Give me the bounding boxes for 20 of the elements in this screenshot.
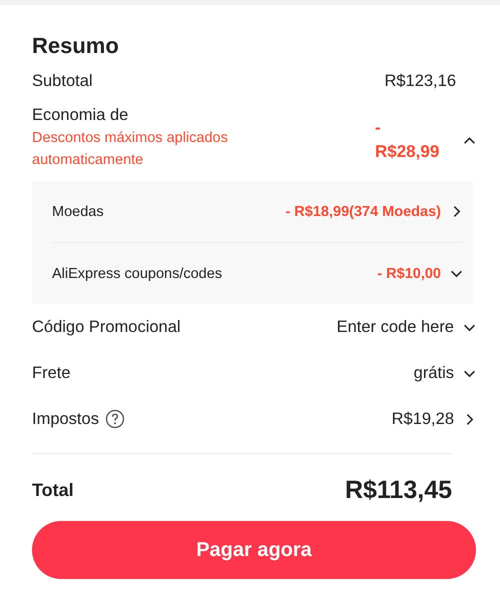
discount-label: AliExpress coupons/codes [52, 266, 222, 282]
help-icon[interactable] [104, 409, 125, 429]
subtotal-label: Subtotal [32, 72, 93, 91]
summary-value: Enter code here [336, 318, 454, 336]
savings-value: - R$28,99 [375, 117, 440, 163]
total-label: Total [32, 480, 74, 501]
total-value: R$113,45 [344, 476, 452, 505]
summary-label: Frete [32, 364, 71, 382]
summary-label: Impostos [32, 410, 99, 428]
subtotal-value: R$123,16 [384, 72, 456, 91]
savings-label: Economia de [32, 106, 130, 125]
pay-now-button[interactable]: Pagar agora [32, 521, 476, 579]
savings-note: Descontos máximos aplicados automaticamente [32, 129, 229, 170]
summary-title: Resumo [32, 33, 120, 59]
discount-value: - R$18,99(374 Moedas) [285, 204, 441, 220]
summary-value: grátis [414, 364, 454, 382]
discount-value: - R$10,00 [377, 266, 441, 282]
summary-value: R$19,28 [392, 410, 454, 428]
discount-label: Moedas [52, 204, 104, 220]
summary-label: Código Promocional [32, 318, 181, 336]
